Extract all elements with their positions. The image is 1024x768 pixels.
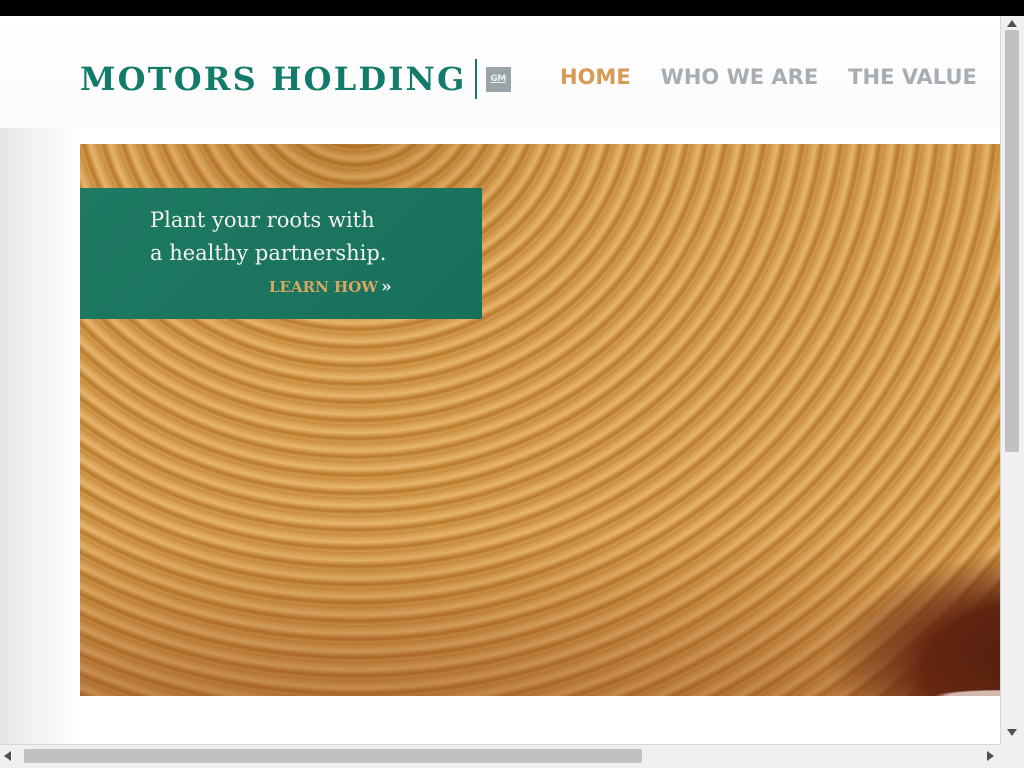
site-header: MOTORS HOLDING GM HOME WHO WE ARE THE VA… [0, 16, 1000, 128]
arrow-up-icon[interactable] [1007, 20, 1017, 27]
promo-box: Plant your roots with a healthy partners… [80, 188, 482, 319]
horizontal-scroll-thumb[interactable] [24, 749, 642, 763]
double-chevron-right-icon: » [381, 277, 392, 297]
vertical-scroll-thumb[interactable] [1005, 30, 1019, 452]
browser-top-bar [0, 0, 1024, 16]
hero-wood-edge [80, 606, 1000, 696]
promo-heading-line-2: a healthy partnership. [150, 241, 387, 265]
logo-divider [474, 59, 477, 99]
arrow-left-icon[interactable] [4, 751, 11, 761]
horizontal-scrollbar[interactable] [0, 744, 1000, 768]
promo-heading: Plant your roots with a healthy partners… [150, 204, 386, 270]
gm-logo-icon: GM [485, 66, 511, 92]
learn-how-label: LEARN HOW [269, 278, 379, 296]
promo-heading-line-1: Plant your roots with [150, 208, 375, 232]
nav-item-home[interactable]: HOME [560, 65, 631, 89]
nav-item-who-we-are[interactable]: WHO WE ARE [661, 65, 819, 89]
logo-text: MOTORS HOLDING [80, 60, 467, 98]
gm-badge-text: GM [490, 74, 506, 84]
arrow-right-icon[interactable] [987, 751, 994, 761]
site-logo[interactable]: MOTORS HOLDING GM [80, 56, 511, 102]
vertical-scrollbar[interactable] [1000, 16, 1024, 744]
nav-item-the-value[interactable]: THE VALUE [848, 65, 977, 89]
learn-how-link[interactable]: LEARN HOW» [269, 277, 392, 297]
arrow-down-icon[interactable] [1007, 729, 1017, 736]
page-viewport: MOTORS HOLDING GM HOME WHO WE ARE THE VA… [0, 16, 1000, 744]
scrollbar-corner [1000, 744, 1024, 768]
main-nav: HOME WHO WE ARE THE VALUE [560, 65, 1000, 89]
